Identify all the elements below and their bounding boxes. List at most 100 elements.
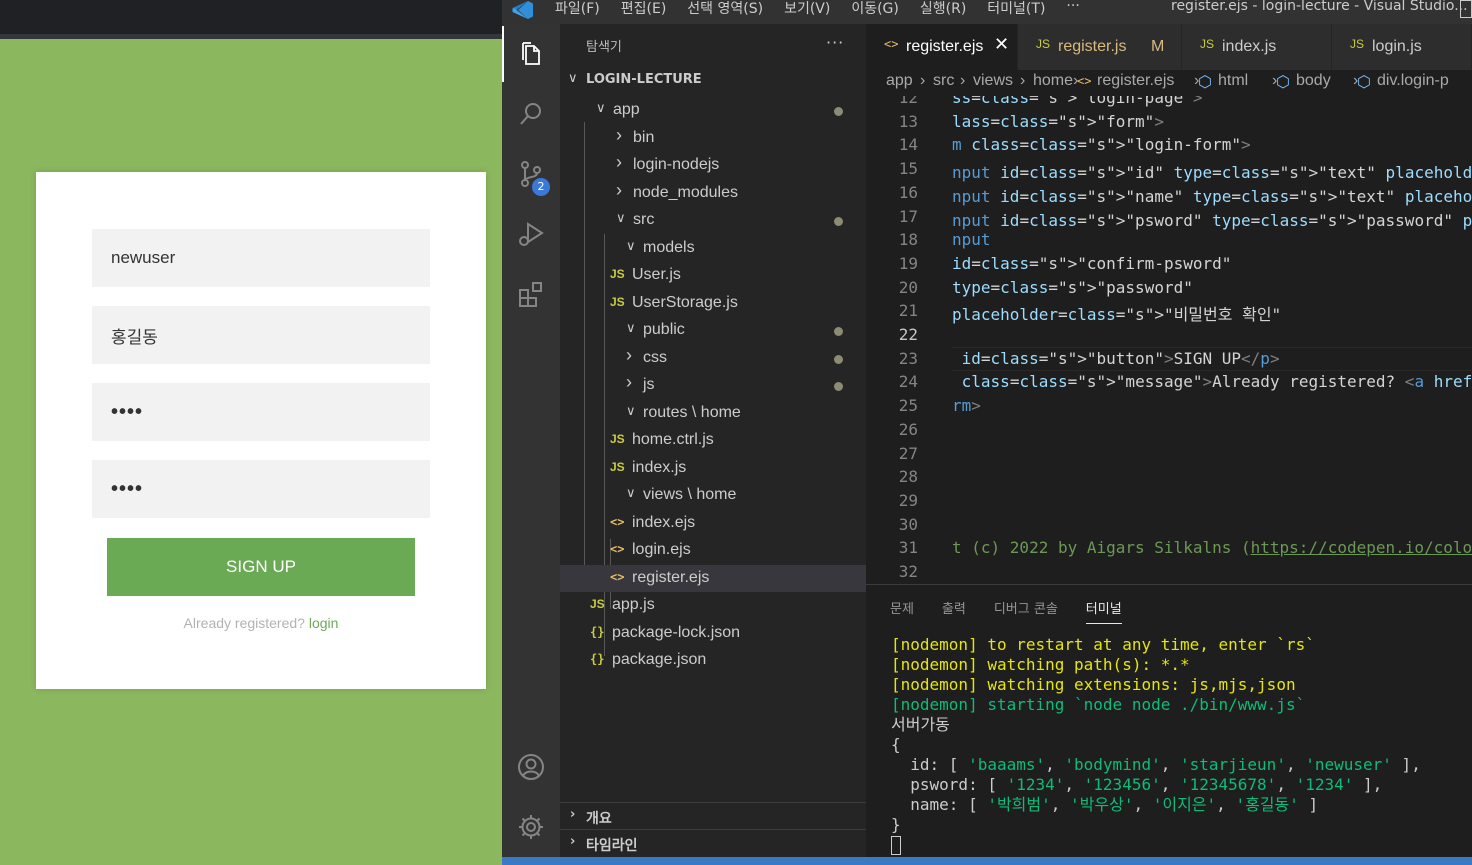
chevron-down-icon: ∨ <box>596 100 606 115</box>
tree-item-label: views \ home <box>643 486 737 503</box>
breadcrumb-item[interactable]: register.ejs <box>1097 72 1174 90</box>
workspace-header[interactable]: ∨ LOGIN-LECTURE <box>560 70 866 92</box>
tree-item[interactable]: <> register.ejs <box>560 565 866 592</box>
login-link[interactable]: login <box>309 615 339 631</box>
terminal-output[interactable]: [nodemon] to restart at any time, enter … <box>891 635 1471 855</box>
tree-item[interactable]: › css <box>560 345 866 372</box>
tree-item-label: User.js <box>632 266 681 283</box>
menu-item[interactable]: 보기(V) <box>784 0 830 18</box>
tree-item[interactable]: ∨ models <box>560 235 866 262</box>
menu-item[interactable]: 편집(E) <box>621 0 667 18</box>
tree-item-label: models <box>643 239 695 256</box>
js-file-icon: JS <box>610 432 625 446</box>
tree-item[interactable]: › login-nodejs <box>560 152 866 179</box>
panel-tab[interactable]: 문제 <box>890 598 914 624</box>
tab-register-js[interactable]: JS register.js M <box>1018 24 1182 70</box>
panel-tab[interactable]: 디버그 콘솔 <box>994 598 1058 624</box>
explorer-title: 탐색기 <box>586 40 622 55</box>
tree-item[interactable]: ∨ views \ home <box>560 482 866 509</box>
breadcrumb-item[interactable]: app <box>886 72 913 90</box>
tree-item[interactable]: JS app.js <box>560 592 866 619</box>
tree-item-label: js <box>643 376 655 393</box>
tree-item[interactable]: JS index.js <box>560 455 866 482</box>
tree-item[interactable]: › node_modules <box>560 180 866 207</box>
source-control-icon[interactable] <box>502 146 560 202</box>
tree-item[interactable]: <> login.ejs <box>560 537 866 564</box>
explorer-icon[interactable] <box>502 26 560 82</box>
breadcrumb-item[interactable]: body <box>1296 72 1331 90</box>
signup-button[interactable]: SIGN UP <box>107 538 415 596</box>
code-line: 26 <box>866 420 1472 444</box>
line-text: nput <box>952 230 991 250</box>
timeline-section[interactable]: › 타임라인 <box>560 829 866 856</box>
tree-item-label: UserStorage.js <box>632 294 738 311</box>
tree-item-label: home.ctrl.js <box>632 431 714 448</box>
chevron-down-icon: ∨ <box>616 210 626 225</box>
breadcrumb-item[interactable]: div.login-p <box>1377 72 1449 90</box>
line-number: 13 <box>898 111 918 131</box>
terminal-line: } <box>891 815 901 834</box>
name-input[interactable]: 홍길동 <box>92 306 430 364</box>
more-actions-icon[interactable]: ··· <box>826 33 844 52</box>
tree-item[interactable]: {} package-lock.json <box>560 620 866 647</box>
panel-tab[interactable]: 출력 <box>942 598 966 624</box>
menu-item[interactable]: 파일(F) <box>555 0 600 18</box>
chevron-right-icon: › <box>570 807 576 822</box>
activity-bar: 2 <box>502 24 560 857</box>
line-text: class=class="s">"message">Already regist… <box>961 372 1472 392</box>
line-text: t (c) 2022 by Aigars Silkalns (https://c… <box>952 538 1472 558</box>
browser-window: newuser 홍길동 •••• •••• SIGN UP Already re… <box>0 0 502 865</box>
line-number: 23 <box>898 348 918 368</box>
panel-tab[interactable]: 터미널 <box>1085 598 1122 624</box>
tree-item[interactable]: › bin <box>560 125 866 152</box>
password-input[interactable]: •••• <box>92 383 430 441</box>
line-number: 14 <box>898 135 918 155</box>
close-icon[interactable]: ✕ <box>994 34 1009 55</box>
tree-item[interactable]: JS UserStorage.js <box>560 290 866 317</box>
tab-login-js[interactable]: JS login.js <box>1332 24 1472 70</box>
outline-section[interactable]: › 개요 <box>560 802 866 829</box>
confirm-password-input[interactable]: •••• <box>92 460 430 518</box>
menu-item[interactable]: 터미널(T) <box>987 0 1045 18</box>
menu-item[interactable]: ··· <box>1066 0 1079 18</box>
chevron-right-icon: › <box>920 72 926 89</box>
tree-item[interactable]: <> index.ejs <box>560 510 866 537</box>
tree-item[interactable]: ∨ public <box>560 317 866 344</box>
breadcrumb-item[interactable]: home <box>1033 72 1073 90</box>
layout-toggle-icon[interactable] <box>1460 0 1472 18</box>
chevron-right-icon: › <box>626 345 632 365</box>
editor-tabs: <> register.ejs ✕ JS register.js M JS index.js J… <box>866 24 1472 70</box>
tree-item[interactable]: › js <box>560 372 866 399</box>
line-number: 17 <box>898 206 918 226</box>
tree-item[interactable]: JS User.js <box>560 262 866 289</box>
code-editor[interactable]: 12 ss=class="s">"login-page"> 13 lass=class… <box>866 96 1472 584</box>
settings-gear-icon[interactable] <box>502 799 560 855</box>
js-file-icon: JS <box>610 295 625 309</box>
modified-dot-icon <box>834 327 843 336</box>
menu-item[interactable]: 이동(G) <box>851 0 899 18</box>
modified-dot-icon <box>834 355 843 364</box>
menu-item[interactable]: 선택 영역(S) <box>687 0 763 18</box>
tab-index-js[interactable]: JS index.js <box>1182 24 1332 70</box>
extensions-icon[interactable] <box>502 266 560 322</box>
tree-item[interactable]: ∨ src <box>560 207 866 234</box>
terminal-line: [nodemon] watching extensions: js,mjs,js… <box>891 675 1296 694</box>
breadcrumb-item[interactable]: html <box>1218 72 1248 90</box>
menu-item[interactable]: 실행(R) <box>920 0 966 18</box>
breadcrumb-item[interactable]: src <box>933 72 954 90</box>
tree-item[interactable]: {} package.json <box>560 647 866 674</box>
line-text: type=class="s">"password" <box>952 277 1193 297</box>
tree-item[interactable]: JS home.ctrl.js <box>560 427 866 454</box>
workspace-name: LOGIN-LECTURE <box>586 72 702 87</box>
search-icon[interactable] <box>502 86 560 142</box>
tree-item[interactable]: ∨ app <box>560 97 866 124</box>
account-icon[interactable] <box>502 739 560 795</box>
id-input[interactable]: newuser <box>92 229 430 287</box>
tab-register-ejs[interactable]: <> register.ejs ✕ <box>866 24 1018 70</box>
run-debug-icon[interactable] <box>502 206 560 262</box>
tree-item[interactable]: ∨ routes \ home <box>560 400 866 427</box>
line-text: nput id=class="s">"id" type=class="s">"t… <box>952 163 1472 183</box>
code-line: 16 nput id=class="s">"name" type=class="s… <box>866 183 1472 207</box>
breadcrumb-item[interactable]: views <box>973 72 1013 90</box>
chevron-right-icon: › <box>616 152 622 172</box>
